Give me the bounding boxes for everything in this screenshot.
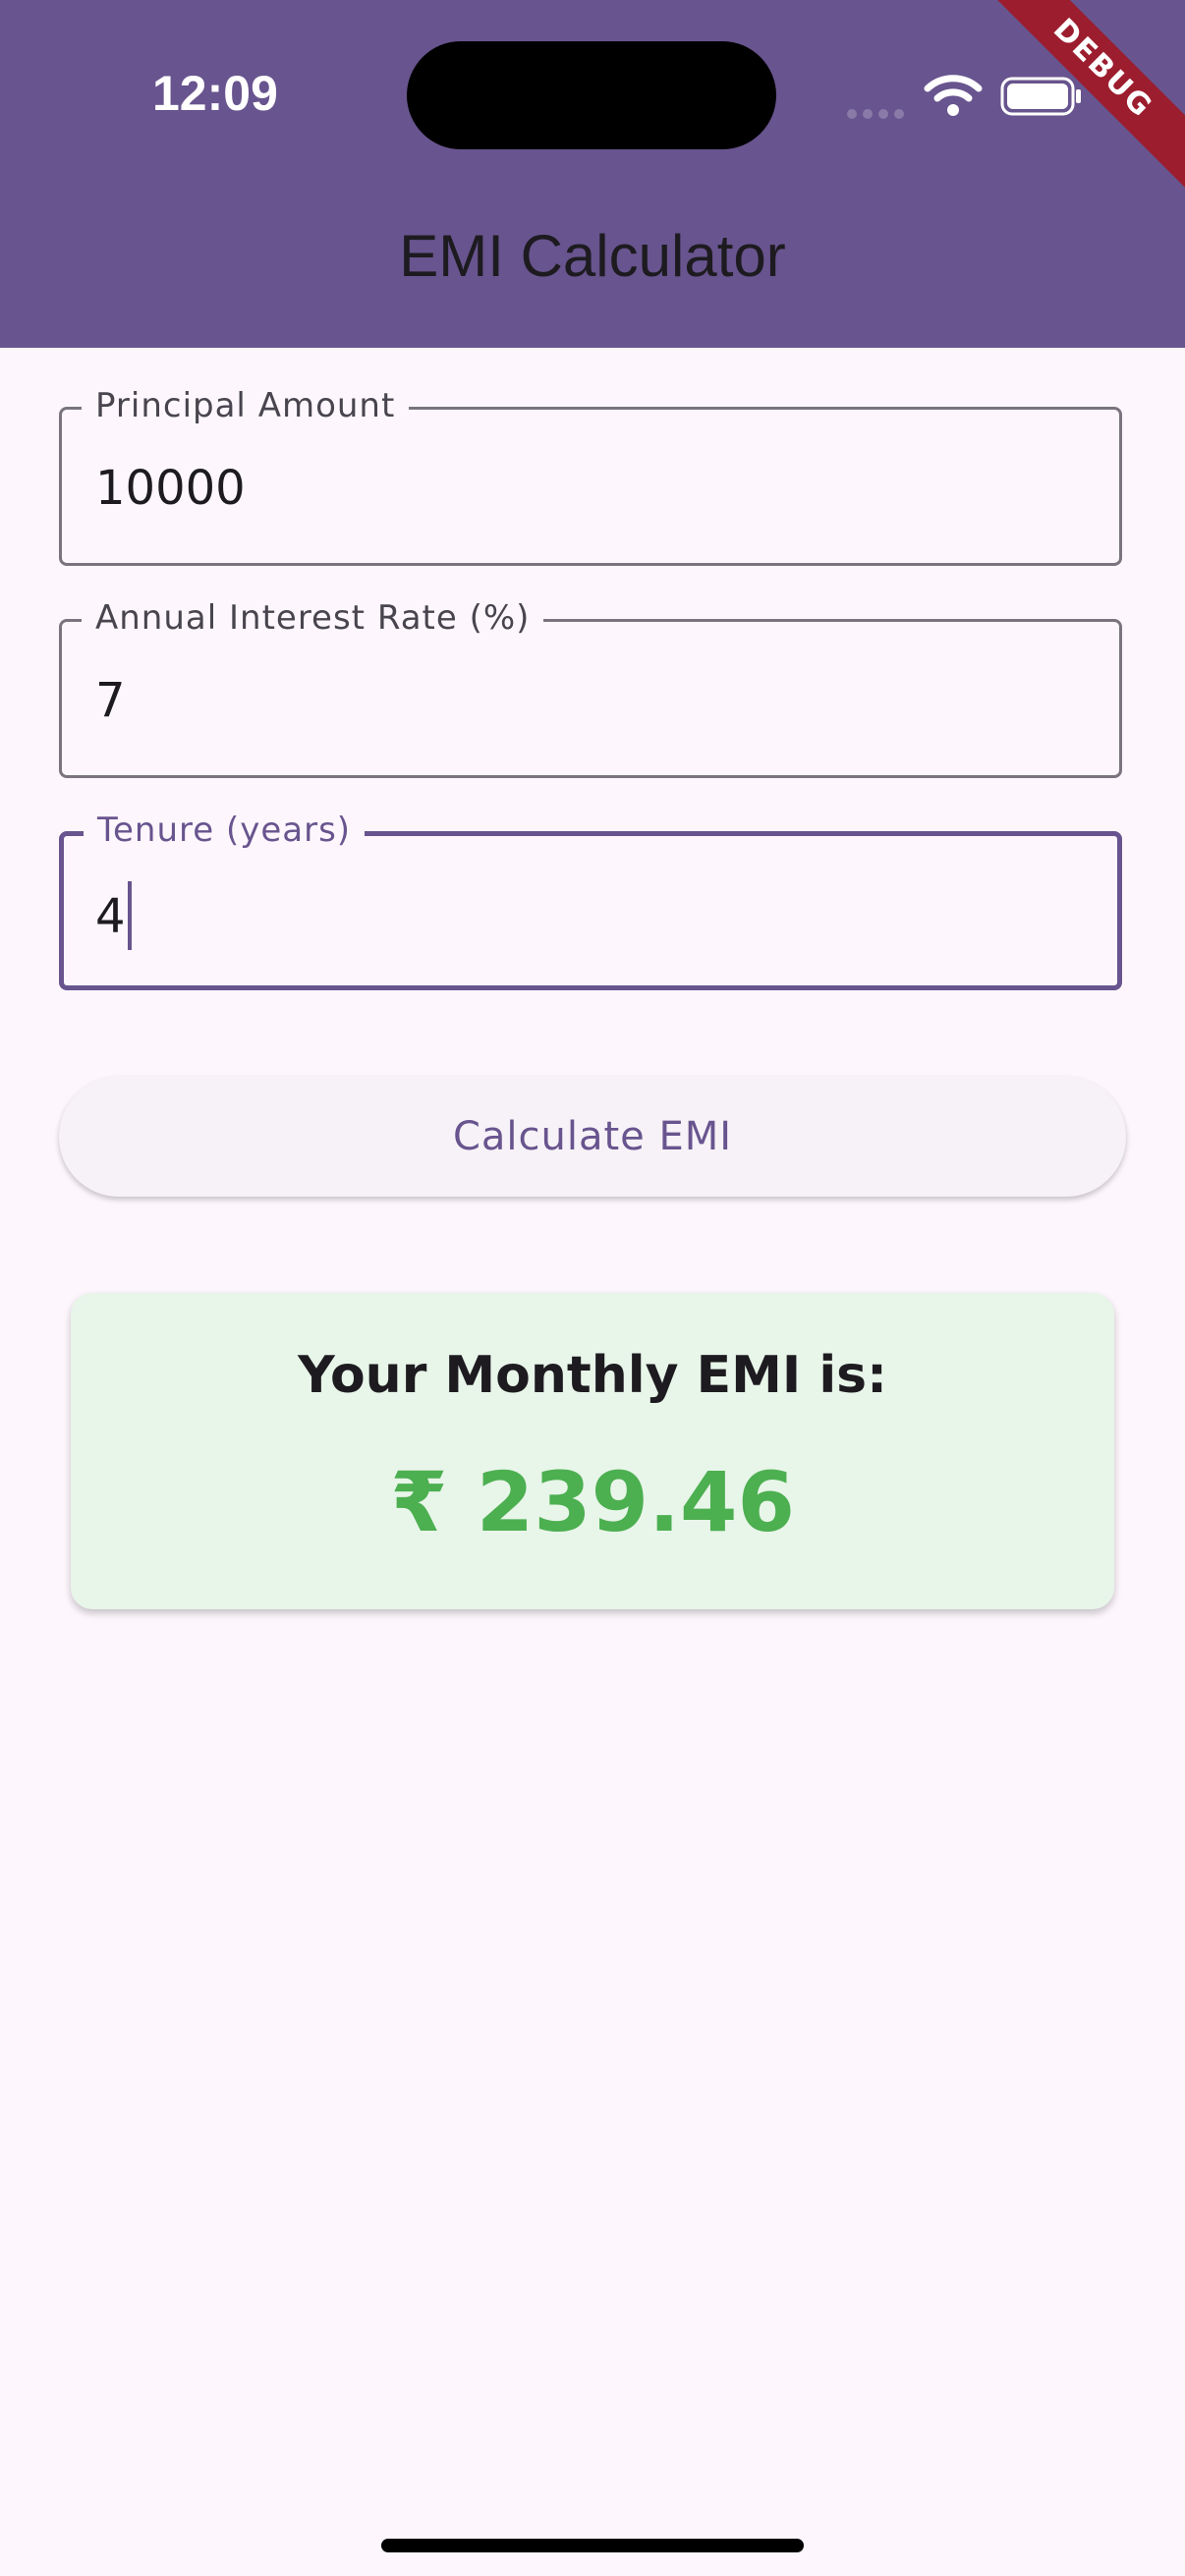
emi-result-card: Your Monthly EMI is: ₹ 239.46	[71, 1293, 1114, 1609]
emi-result-title: Your Monthly EMI is:	[298, 1346, 887, 1405]
tenure-label: Tenure (years)	[84, 811, 366, 850]
interest-rate-value[interactable]: 7	[95, 673, 126, 728]
tenure-input[interactable]: 4	[95, 881, 132, 954]
principal-amount-label: Principal Amount	[82, 386, 410, 425]
interest-rate-field[interactable]: Annual Interest Rate (%) 7	[59, 598, 1122, 778]
dynamic-island	[407, 41, 776, 149]
principal-amount-value[interactable]: 10000	[95, 461, 246, 516]
tenure-value: 4	[95, 889, 126, 944]
home-indicator[interactable]	[381, 2539, 804, 2552]
app-bar: 12:09 EMI Calculator	[0, 0, 1185, 348]
battery-icon	[1000, 77, 1081, 116]
page-title: EMI Calculator	[399, 223, 786, 289]
emi-result-value: ₹ 239.46	[390, 1454, 795, 1550]
status-time: 12:09	[152, 66, 278, 121]
principal-amount-field[interactable]: Principal Amount 10000	[59, 386, 1122, 566]
text-cursor	[127, 881, 132, 950]
wifi-icon	[924, 75, 983, 116]
tenure-field[interactable]: Tenure (years) 4	[59, 811, 1122, 990]
calculate-emi-button[interactable]: Calculate EMI	[59, 1077, 1126, 1197]
cellular-signal-icon	[847, 104, 910, 123]
interest-rate-label: Annual Interest Rate (%)	[82, 598, 544, 638]
